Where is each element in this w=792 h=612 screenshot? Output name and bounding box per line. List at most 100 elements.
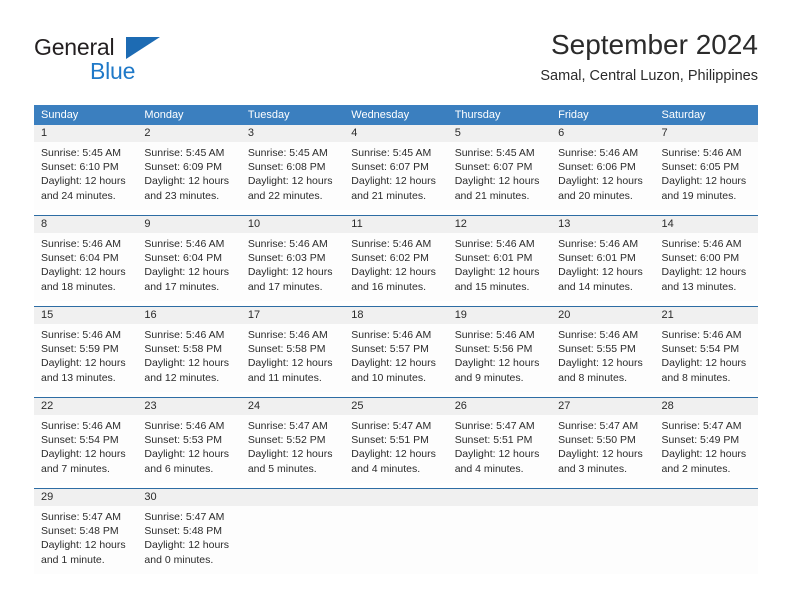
daylight-text: Daylight: 12 hours [558,266,643,279]
day-cell[interactable]: Sunrise: 5:45 AM Sunset: 6:08 PM Daylight:… [241,142,344,210]
day-cell[interactable]: Sunrise: 5:46 AM Sunset: 5:54 PM Daylight:… [34,415,137,483]
daylight-text: Daylight: 12 hours [558,448,643,461]
day-number[interactable]: 17 [241,307,344,324]
day-number[interactable]: 21 [655,307,758,324]
weekday-header-monday: Monday [144,109,184,121]
day-number[interactable]: 16 [137,307,240,324]
day-cell[interactable]: Sunrise: 5:45 AM Sunset: 6:09 PM Daylight:… [137,142,240,210]
day-cell[interactable]: Sunrise: 5:46 AM Sunset: 5:54 PM Daylight:… [655,324,758,392]
daylight-text: and 21 minutes. [351,189,426,202]
day-cell[interactable]: Sunrise: 5:46 AM Sunset: 5:58 PM Daylight:… [137,324,240,392]
day-cell[interactable]: Sunrise: 5:45 AM Sunset: 6:07 PM Daylight:… [344,142,447,210]
day-number[interactable] [344,489,447,506]
daylight-text: and 4 minutes. [454,462,524,475]
sunrise-text: Sunrise: 5:46 AM [454,329,535,341]
sunrise-text: Sunrise: 5:46 AM [351,329,432,341]
day-cell[interactable]: Sunrise: 5:46 AM Sunset: 5:58 PM Daylight:… [241,324,344,392]
sunset-text: Sunset: 5:58 PM [144,343,223,356]
day-number[interactable]: 15 [34,307,137,324]
day-cell[interactable] [551,506,654,574]
day-cell[interactable]: Sunrise: 5:46 AM Sunset: 6:04 PM Daylight:… [137,233,240,301]
calendar-page: General Blue September 2024 Samal, Centr… [0,0,792,612]
day-cell[interactable]: Sunrise: 5:46 AM Sunset: 5:59 PM Daylight:… [34,324,137,392]
day-number[interactable]: 9 [137,216,240,233]
day-number[interactable]: 14 [655,216,758,233]
day-cell[interactable]: Sunrise: 5:46 AM Sunset: 5:55 PM Daylight:… [551,324,654,392]
day-number[interactable]: 28 [655,398,758,415]
day-number[interactable]: 27 [551,398,654,415]
day-cell[interactable] [448,506,551,574]
day-cell[interactable]: Sunrise: 5:47 AM Sunset: 5:49 PM Daylight:… [655,415,758,483]
day-number[interactable]: 18 [344,307,447,324]
day-cell[interactable]: Sunrise: 5:47 AM Sunset: 5:51 PM Daylight:… [344,415,447,483]
day-number[interactable] [241,489,344,506]
daylight-text: Daylight: 12 hours [351,266,436,279]
day-number[interactable]: 1 [34,125,137,142]
day-cell[interactable]: Sunrise: 5:46 AM Sunset: 6:05 PM Daylight:… [655,142,758,210]
day-cell[interactable] [241,506,344,574]
day-number[interactable]: 12 [448,216,551,233]
day-content-band: Sunrise: 5:46 AM Sunset: 5:59 PM Daylight:… [34,324,758,392]
day-cell[interactable]: Sunrise: 5:46 AM Sunset: 6:04 PM Daylight:… [34,233,137,301]
day-cell[interactable]: Sunrise: 5:46 AM Sunset: 5:57 PM Daylight:… [344,324,447,392]
day-number[interactable]: 23 [137,398,240,415]
daylight-text: and 13 minutes. [41,371,116,384]
day-number[interactable]: 26 [448,398,551,415]
day-cell[interactable]: Sunrise: 5:46 AM Sunset: 6:03 PM Daylight:… [241,233,344,301]
day-number[interactable]: 25 [344,398,447,415]
day-number[interactable]: 2 [137,125,240,142]
day-number[interactable] [448,489,551,506]
day-number[interactable] [655,489,758,506]
daylight-text: Daylight: 12 hours [351,448,436,461]
day-cell[interactable]: Sunrise: 5:45 AM Sunset: 6:07 PM Daylight:… [448,142,551,210]
day-number[interactable]: 11 [344,216,447,233]
day-number[interactable]: 22 [34,398,137,415]
sunrise-text: Sunrise: 5:47 AM [351,420,432,432]
day-number[interactable] [551,489,654,506]
day-cell[interactable]: Sunrise: 5:46 AM Sunset: 6:06 PM Daylight:… [551,142,654,210]
day-number[interactable]: 19 [448,307,551,324]
day-cell[interactable]: Sunrise: 5:47 AM Sunset: 5:48 PM Daylight:… [137,506,240,574]
day-cell[interactable]: Sunrise: 5:47 AM Sunset: 5:51 PM Daylight:… [448,415,551,483]
day-number[interactable]: 24 [241,398,344,415]
day-cell[interactable]: Sunrise: 5:46 AM Sunset: 5:53 PM Daylight:… [137,415,240,483]
day-cell[interactable]: Sunrise: 5:46 AM Sunset: 5:56 PM Daylight:… [448,324,551,392]
daylight-text: and 22 minutes. [247,189,323,202]
day-cell[interactable]: Sunrise: 5:46 AM Sunset: 6:01 PM Daylight:… [551,233,654,301]
day-number[interactable]: 6 [551,125,654,142]
daylight-text: and 1 minute. [41,553,105,566]
daylight-text: Daylight: 12 hours [41,357,126,370]
day-number[interactable]: 29 [34,489,137,506]
sunset-text: Sunset: 5:50 PM [558,434,636,447]
day-cell[interactable]: Sunrise: 5:46 AM Sunset: 6:02 PM Daylight:… [344,233,447,301]
sunrise-text: Sunrise: 5:46 AM [351,238,432,250]
day-number[interactable]: 3 [241,125,344,142]
day-number[interactable]: 30 [137,489,240,506]
day-number-band: 1234567 [34,125,758,142]
day-number[interactable]: 20 [551,307,654,324]
day-cell[interactable]: Sunrise: 5:46 AM Sunset: 6:00 PM Daylight:… [655,233,758,301]
day-cell[interactable] [344,506,447,574]
day-cell[interactable]: Sunrise: 5:47 AM Sunset: 5:48 PM Daylight:… [34,506,137,574]
day-number[interactable]: 7 [655,125,758,142]
day-number[interactable]: 4 [344,125,447,142]
day-number[interactable]: 13 [551,216,654,233]
sunset-text: Sunset: 5:57 PM [351,343,429,356]
day-cell[interactable] [655,506,758,574]
day-cell[interactable]: Sunrise: 5:47 AM Sunset: 5:52 PM Daylight:… [241,415,344,483]
day-cell[interactable]: Sunrise: 5:46 AM Sunset: 6:01 PM Daylight:… [448,233,551,301]
daylight-text: Daylight: 12 hours [351,357,436,370]
sunset-text: Sunset: 5:48 PM [144,525,223,538]
day-number[interactable]: 5 [448,125,551,142]
day-cell[interactable]: Sunrise: 5:47 AM Sunset: 5:50 PM Daylight:… [551,415,654,483]
day-number[interactable]: 10 [241,216,344,233]
daylight-text: and 11 minutes. [247,371,322,384]
daylight-text: and 21 minutes. [454,189,530,202]
sunset-text: Sunset: 6:02 PM [351,252,429,265]
daylight-text: Daylight: 12 hours [144,357,230,370]
page-subtitle: Samal, Central Luzon, Philippines [540,68,758,84]
day-number[interactable]: 8 [34,216,137,233]
weekday-header-saturday: Saturday [661,109,706,121]
day-cell[interactable]: Sunrise: 5:45 AM Sunset: 6:10 PM Daylight:… [34,142,137,210]
sunrise-text: Sunrise: 5:47 AM [247,420,328,432]
